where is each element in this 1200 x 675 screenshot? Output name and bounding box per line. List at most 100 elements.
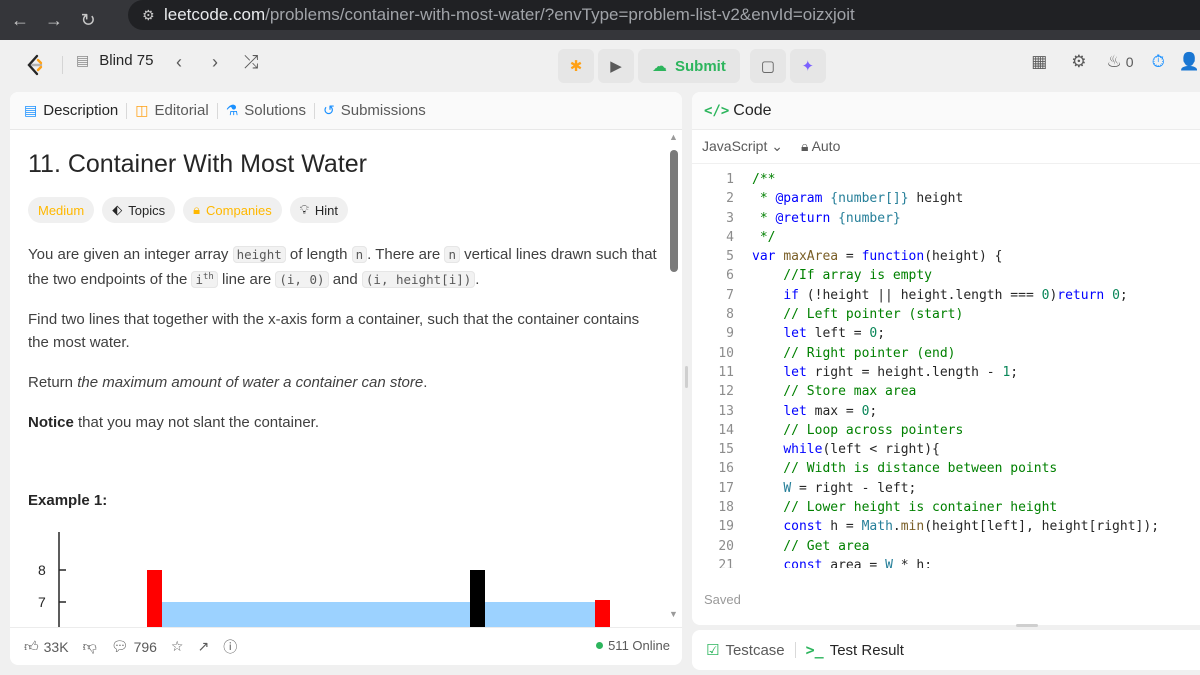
code-line[interactable]: 16 // Width is distance between points	[692, 461, 1200, 480]
line-number: 7	[726, 287, 734, 303]
tab-testcase[interactable]: ☑ Testcase	[706, 641, 785, 660]
tab-divider	[216, 102, 218, 119]
thumbs-down-icon: 👎︎	[82, 638, 97, 654]
browser-toolbar: ← → ↻ ⚙ leetcode.com/problems/container-…	[0, 0, 1200, 40]
forward-icon[interactable]: →	[40, 10, 68, 31]
difficulty-label: Medium	[38, 202, 85, 218]
back-icon[interactable]: ←	[6, 10, 34, 31]
code-line[interactable]: 19 const h = Math.min(height[left], heig…	[692, 519, 1200, 538]
code-text: // Width is distance between points	[752, 461, 1058, 477]
submit-button[interactable]: ☁ Submit	[638, 49, 740, 83]
shuffle-icon[interactable]: ⤮	[244, 52, 258, 73]
auto-mode-toggle[interactable]: 🔒︎ Auto	[801, 138, 840, 155]
sparkle-icon: ✦	[801, 58, 815, 75]
code-line[interactable]: 5 var maxArea = function(height) {	[692, 249, 1200, 268]
code-text: let max = 0;	[783, 403, 878, 419]
tab-solutions[interactable]: ⚗ Solutions	[226, 102, 306, 119]
code-text: if (!height || height.length === 0)retur…	[783, 287, 1128, 303]
code-line[interactable]: 21 const area = W * h;	[692, 558, 1200, 568]
header-right-tools: ▦ ⚙ ♨ 0 ⏱ 👤	[1031, 52, 1200, 72]
tab-submissions-label: Submissions	[340, 102, 426, 119]
ai-assist-button[interactable]: ✦	[789, 49, 826, 83]
app-header: ▤ Blind 75 ‹ › ⤮ ✱ ▶ ☁ Submit ▢ ✦ ▦ ⚙ ♨ …	[0, 40, 1200, 90]
code-text: // Loop across pointers	[752, 422, 964, 438]
code-line[interactable]: 10 // Right pointer (end)	[692, 346, 1200, 365]
leetcode-logo-icon[interactable]	[24, 54, 46, 76]
code-text: /**	[752, 172, 776, 187]
comments-button[interactable]: 💬︎ 796	[111, 638, 157, 655]
language-select[interactable]: JavaScript ⌄	[702, 138, 783, 155]
tab-testcase-label: Testcase	[725, 641, 785, 659]
code-line[interactable]: 15 while(left < right){	[692, 442, 1200, 461]
share-button[interactable]: ↗	[197, 638, 209, 655]
favorite-button[interactable]: ☆	[171, 638, 184, 655]
next-problem-icon[interactable]: ›	[212, 52, 218, 73]
settings-gear-icon[interactable]: ⚙	[1071, 52, 1086, 72]
code-line[interactable]: 14 // Loop across pointers	[692, 423, 1200, 442]
address-bar[interactable]: ⚙ leetcode.com/problems/container-with-m…	[128, 0, 1200, 30]
tab-test-result[interactable]: >_ Test Result	[806, 641, 904, 659]
online-label: 511 Online	[608, 638, 670, 653]
question-icon: ⓘ	[223, 638, 238, 655]
description-scrollbar[interactable]	[670, 150, 678, 272]
code-editor[interactable]: 1/** 2 * @param {number[]} height 3 * @ret…	[692, 172, 1200, 568]
tab-description-label: Description	[43, 102, 119, 119]
code-text: W = right - left;	[783, 480, 917, 496]
problem-paragraph-1: You are given an integer array height of…	[28, 246, 657, 289]
like-count: 33K	[43, 638, 69, 655]
user-avatar-icon[interactable]: 👤	[1179, 52, 1200, 72]
reload-icon[interactable]: ↻	[74, 10, 102, 31]
tab-divider	[794, 642, 796, 658]
like-button[interactable]: 👍︎ 33K	[24, 638, 69, 655]
layout-icon[interactable]: ▦	[1031, 52, 1047, 72]
site-info-icon[interactable]: ⚙	[142, 7, 164, 24]
code-line[interactable]: 12 // Store max area	[692, 384, 1200, 403]
code-line[interactable]: 20 // Get area	[692, 539, 1200, 558]
code-line[interactable]: 17 W = right - left;	[692, 481, 1200, 500]
line-number: 9	[726, 326, 734, 342]
timer-icon[interactable]: ⏱	[1152, 52, 1165, 72]
url-text: leetcode.com/problems/container-with-mos…	[164, 5, 855, 24]
height-line	[470, 570, 485, 628]
code-line[interactable]: 1 /**	[692, 172, 1200, 191]
code-line[interactable]: 3 * @return {number}	[692, 211, 1200, 230]
tab-submissions[interactable]: ↺ Submissions	[323, 102, 426, 119]
code-line[interactable]: 18 // Lower height is container height	[692, 500, 1200, 519]
online-count: 511 Online	[596, 638, 670, 653]
bug-icon: ✱	[569, 58, 583, 75]
code-line[interactable]: 7 if (!height || height.length === 0)ret…	[692, 288, 1200, 307]
tab-description[interactable]: ▤ Description	[24, 102, 118, 119]
scroll-down-arrow-icon[interactable]: ▼	[669, 609, 678, 619]
scroll-up-arrow-icon[interactable]: ▲	[669, 132, 678, 142]
code-line[interactable]: 11 let right = height.length - 1;	[692, 365, 1200, 384]
horizontal-resize-handle[interactable]	[1016, 624, 1038, 627]
code-line[interactable]: 2 * @param {number[]} height	[692, 191, 1200, 210]
notes-button[interactable]: ▢	[749, 49, 786, 83]
tab-code[interactable]: </> Code	[692, 92, 1200, 130]
line-number: 2	[726, 191, 734, 207]
tab-editorial-label: Editorial	[154, 102, 209, 119]
code-text: // Right pointer (end)	[752, 345, 956, 361]
code-text: */	[752, 229, 776, 245]
code-line[interactable]: 4 */	[692, 230, 1200, 249]
help-button[interactable]: ⓘ	[223, 637, 237, 657]
vertical-resize-handle[interactable]	[685, 366, 688, 388]
topics-tag[interactable]: ⬖ Topics	[102, 197, 176, 223]
hint-tag[interactable]: 💡︎ Hint	[289, 197, 349, 223]
streak-flame-icon[interactable]: ♨	[1107, 52, 1122, 72]
code-line[interactable]: 9 let left = 0;	[692, 326, 1200, 345]
code-line[interactable]: 13 let max = 0;	[692, 404, 1200, 423]
problem-paragraph-3: Return the maximum amount of water a con…	[28, 374, 428, 392]
prev-problem-icon[interactable]: ‹	[176, 52, 182, 73]
code-text: const h = Math.min(height[left], height[…	[783, 519, 1160, 535]
code-line[interactable]: 8 // Left pointer (start)	[692, 307, 1200, 326]
line-number: 19	[718, 519, 734, 535]
debug-button[interactable]: ✱	[558, 49, 594, 83]
companies-tag[interactable]: 🔒︎ Companies	[183, 197, 282, 223]
tab-editorial[interactable]: ◫ Editorial	[135, 102, 208, 119]
dislike-button[interactable]: 👎︎	[83, 638, 97, 655]
star-icon: ☆	[170, 638, 184, 654]
problem-list-button[interactable]: ▤ Blind 75	[76, 52, 153, 69]
run-button[interactable]: ▶	[598, 49, 634, 83]
code-line[interactable]: 6 //If array is empty	[692, 268, 1200, 287]
